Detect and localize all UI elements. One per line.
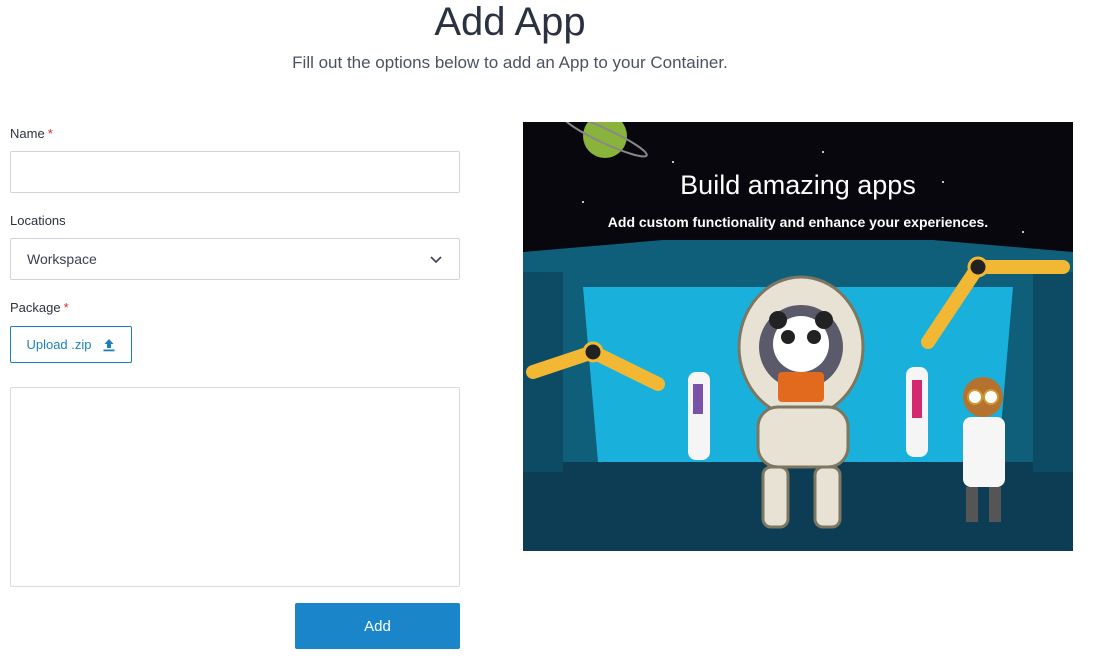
package-label: Package *: [10, 300, 69, 315]
page-subtitle: Fill out the options below to add an App…: [292, 53, 728, 72]
required-mark: *: [63, 300, 69, 315]
locations-selected-value: Workspace: [27, 251, 97, 267]
hero-subtitle: Add custom functionality and enhance you…: [607, 214, 989, 230]
package-dropzone[interactable]: [10, 387, 460, 587]
hero-title: Build amazing apps: [680, 170, 916, 200]
upload-zip-button[interactable]: Upload .zip: [10, 326, 132, 363]
add-button[interactable]: Add: [295, 603, 460, 649]
page-title: Add App: [434, 0, 586, 44]
hero-illustration: Build amazing apps Add custom functional…: [523, 122, 1073, 551]
name-label-text: Name: [10, 126, 45, 141]
upload-icon: [103, 338, 115, 351]
chevron-down-icon: [430, 256, 442, 264]
upload-button-label: Upload .zip: [26, 337, 92, 352]
name-input[interactable]: [10, 151, 460, 193]
locations-label: Locations: [10, 213, 66, 228]
name-label: Name *: [10, 126, 53, 141]
package-label-text: Package: [10, 300, 61, 315]
required-mark: *: [47, 126, 53, 141]
locations-select[interactable]: Workspace: [10, 238, 460, 280]
